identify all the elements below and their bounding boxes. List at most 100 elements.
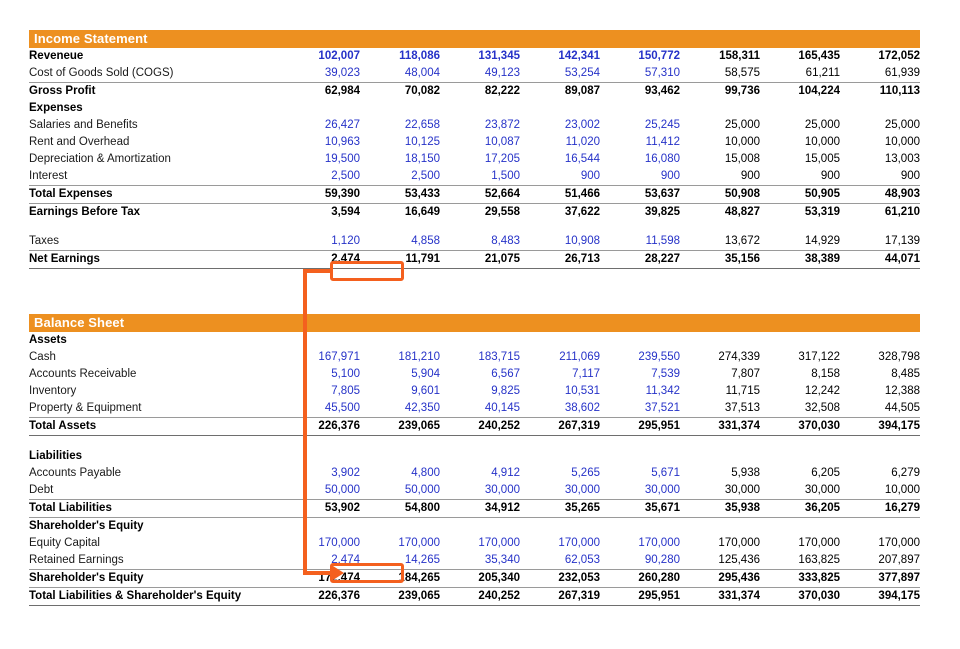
cell-value[interactable]: 29,558	[440, 204, 520, 222]
cell-value[interactable]: 165,435	[760, 48, 840, 65]
cell-value[interactable]: 7,117	[520, 366, 600, 383]
cell-value[interactable]: 6,205	[760, 465, 840, 482]
cell-value[interactable]: 3,594	[280, 204, 360, 222]
cell-value[interactable]: 110,113	[840, 83, 920, 101]
cell-value[interactable]: 34,912	[440, 500, 520, 518]
cell-value[interactable]: 89,087	[520, 83, 600, 101]
cell-value[interactable]: 99,736	[680, 83, 760, 101]
cell-value[interactable]: 15,008	[680, 151, 760, 168]
cell-value[interactable]: 295,951	[600, 418, 680, 436]
cell-value[interactable]	[360, 436, 440, 449]
cell-value[interactable]: 48,827	[680, 204, 760, 222]
cell-value[interactable]: 42,350	[360, 400, 440, 418]
cell-value[interactable]	[840, 332, 920, 349]
cell-value[interactable]	[840, 436, 920, 449]
cell-value[interactable]	[600, 518, 680, 536]
cell-value[interactable]: 23,872	[440, 117, 520, 134]
cell-value[interactable]	[440, 448, 520, 465]
cell-value[interactable]: 10,000	[840, 482, 920, 500]
cell-value[interactable]: 22,658	[360, 117, 440, 134]
cell-value[interactable]: 5,265	[520, 465, 600, 482]
cell-value[interactable]	[280, 436, 360, 449]
cell-value[interactable]: 211,069	[520, 349, 600, 366]
cell-value[interactable]: 167,971	[280, 349, 360, 366]
cell-value[interactable]: 53,902	[280, 500, 360, 518]
cell-value[interactable]: 239,065	[360, 418, 440, 436]
cell-value[interactable]: 10,125	[360, 134, 440, 151]
cell-value[interactable]: 37,622	[520, 204, 600, 222]
cell-value[interactable]	[440, 436, 520, 449]
cell-value[interactable]	[760, 100, 840, 117]
cell-value[interactable]: 239,065	[360, 588, 440, 606]
cell-value[interactable]: 61,211	[760, 65, 840, 83]
cell-value[interactable]: 16,279	[840, 500, 920, 518]
cell-value[interactable]: 45,500	[280, 400, 360, 418]
cell-value[interactable]	[360, 518, 440, 536]
cell-value[interactable]: 125,436	[680, 552, 760, 570]
cell-value[interactable]: 48,004	[360, 65, 440, 83]
cell-value[interactable]: 53,254	[520, 65, 600, 83]
cell-value[interactable]: 25,245	[600, 117, 680, 134]
cell-value[interactable]	[440, 221, 520, 233]
cell-value[interactable]	[760, 448, 840, 465]
cell-value[interactable]: 172,474	[280, 570, 360, 588]
cell-value[interactable]: 13,003	[840, 151, 920, 168]
cell-value[interactable]	[760, 221, 840, 233]
cell-value[interactable]: 394,175	[840, 418, 920, 436]
cell-value[interactable]: 12,242	[760, 383, 840, 400]
cell-value[interactable]: 5,100	[280, 366, 360, 383]
cell-value[interactable]: 181,210	[360, 349, 440, 366]
cell-value[interactable]: 118,086	[360, 48, 440, 65]
cell-value[interactable]: 370,030	[760, 418, 840, 436]
cell-value[interactable]: 170,000	[360, 535, 440, 552]
cell-value[interactable]	[760, 518, 840, 536]
cell-value[interactable]: 39,825	[600, 204, 680, 222]
cell-value[interactable]: 30,000	[440, 482, 520, 500]
cell-value[interactable]: 184,265	[360, 570, 440, 588]
cell-value[interactable]: 70,082	[360, 83, 440, 101]
cell-value[interactable]: 900	[680, 168, 760, 186]
cell-value[interactable]: 62,053	[520, 552, 600, 570]
cell-value[interactable]	[520, 332, 600, 349]
cell-value[interactable]: 9,825	[440, 383, 520, 400]
cell-value[interactable]: 12,388	[840, 383, 920, 400]
cell-value[interactable]: 14,265	[360, 552, 440, 570]
cell-value[interactable]: 102,007	[280, 48, 360, 65]
cell-value[interactable]	[760, 332, 840, 349]
cell-value[interactable]: 44,505	[840, 400, 920, 418]
cell-value[interactable]	[280, 332, 360, 349]
cell-value[interactable]: 62,984	[280, 83, 360, 101]
cell-value[interactable]: 172,052	[840, 48, 920, 65]
cell-value[interactable]: 30,000	[760, 482, 840, 500]
cell-value[interactable]	[520, 448, 600, 465]
cell-value[interactable]: 377,897	[840, 570, 920, 588]
cell-value[interactable]: 23,002	[520, 117, 600, 134]
cell-value[interactable]: 2,474	[280, 251, 360, 269]
cell-value[interactable]: 260,280	[600, 570, 680, 588]
cell-value[interactable]: 170,000	[280, 535, 360, 552]
cell-value[interactable]	[680, 436, 760, 449]
cell-value[interactable]: 50,905	[760, 186, 840, 204]
cell-value[interactable]: 32,508	[760, 400, 840, 418]
cell-value[interactable]: 2,500	[280, 168, 360, 186]
cell-value[interactable]	[520, 518, 600, 536]
cell-value[interactable]: 8,485	[840, 366, 920, 383]
cell-value[interactable]	[520, 436, 600, 449]
cell-value[interactable]: 7,805	[280, 383, 360, 400]
cell-value[interactable]	[520, 100, 600, 117]
cell-value[interactable]	[600, 448, 680, 465]
cell-value[interactable]: 183,715	[440, 349, 520, 366]
cell-value[interactable]: 150,772	[600, 48, 680, 65]
cell-value[interactable]: 1,120	[280, 233, 360, 251]
cell-value[interactable]	[360, 448, 440, 465]
cell-value[interactable]: 6,567	[440, 366, 520, 383]
cell-value[interactable]: 17,139	[840, 233, 920, 251]
cell-value[interactable]	[680, 100, 760, 117]
cell-value[interactable]: 5,938	[680, 465, 760, 482]
cell-value[interactable]: 11,791	[360, 251, 440, 269]
cell-value[interactable]: 10,000	[680, 134, 760, 151]
cell-value[interactable]: 39,023	[280, 65, 360, 83]
cell-value[interactable]: 50,000	[280, 482, 360, 500]
cell-value[interactable]: 3,902	[280, 465, 360, 482]
cell-value[interactable]: 232,053	[520, 570, 600, 588]
